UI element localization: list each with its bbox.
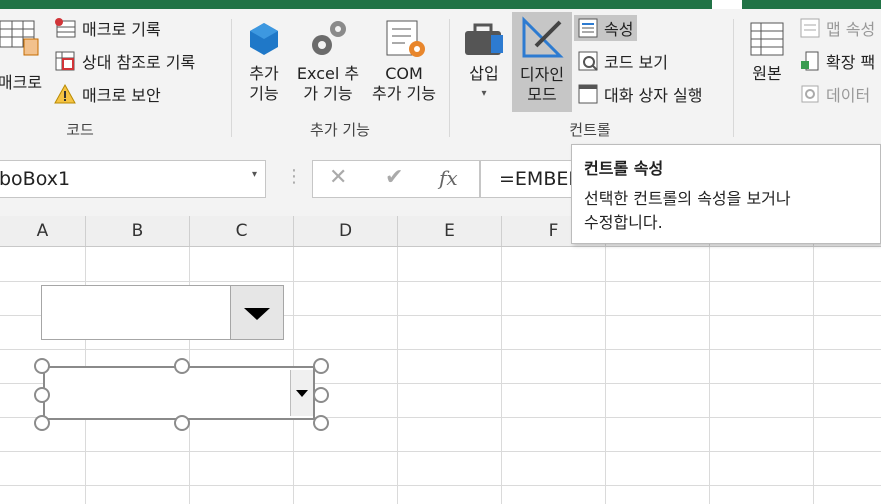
relative-reference-icon bbox=[55, 51, 75, 71]
resize-handle-bottom[interactable] bbox=[174, 415, 190, 431]
com-addins-icon bbox=[386, 20, 425, 57]
relative-reference-label: 상대 참조로 기록 bbox=[82, 53, 196, 72]
chevron-down-icon[interactable]: ▾ bbox=[252, 169, 257, 180]
design-mode-icon bbox=[522, 16, 564, 58]
code-group-label: 코드 bbox=[66, 121, 94, 139]
insert-function-icon[interactable]: fx bbox=[439, 166, 458, 190]
map-properties-button[interactable]: 맵 속성 bbox=[800, 15, 875, 41]
macros-label: 매크로 bbox=[0, 73, 43, 92]
map-properties-label: 맵 속성 bbox=[826, 20, 876, 39]
combo-box-2-dropdown-button[interactable] bbox=[290, 370, 313, 416]
macro-security-label: 매크로 보안 bbox=[82, 86, 161, 105]
map-properties-icon bbox=[800, 18, 820, 38]
resize-handle-left[interactable] bbox=[34, 387, 50, 403]
name-box[interactable]: boBox1 ▾ bbox=[0, 160, 266, 198]
resize-handle-bottom-right[interactable] bbox=[313, 415, 329, 431]
gear-icon bbox=[312, 21, 346, 55]
column-header-e[interactable]: E bbox=[398, 216, 502, 246]
column-header-d[interactable]: D bbox=[294, 216, 398, 246]
excel-addins-label-1: Excel 추 bbox=[296, 64, 360, 83]
view-code-icon bbox=[578, 51, 598, 71]
properties-tooltip: 컨트롤 속성 선택한 컨트롤의 속성을 보거나 수정합니다. bbox=[571, 144, 881, 244]
column-header-c[interactable]: C bbox=[190, 216, 294, 246]
excel-addins-button[interactable]: Excel 추 가 기능 bbox=[292, 17, 364, 104]
properties-button[interactable]: 속성 bbox=[574, 15, 638, 41]
design-mode-label-2: 모드 bbox=[527, 85, 557, 104]
resize-handle-bottom-left[interactable] bbox=[34, 415, 50, 431]
expansion-packs-button[interactable]: 확장 팩 bbox=[800, 48, 875, 74]
com-addins-button[interactable]: COM 추가 기능 bbox=[362, 17, 446, 104]
relative-reference-button[interactable]: 상대 참조로 기록 bbox=[54, 48, 195, 74]
expansion-packs-label: 확장 팩 bbox=[826, 53, 876, 72]
triangle-down-icon bbox=[244, 308, 270, 320]
design-mode-button[interactable]: 디자인 모드 bbox=[512, 12, 572, 112]
run-dialog-label: 대화 상자 실행 bbox=[604, 86, 703, 105]
resize-handle-top-left[interactable] bbox=[34, 358, 50, 374]
addins-label-1: 추가 bbox=[249, 64, 279, 83]
design-mode-label-1: 디자인 bbox=[519, 65, 565, 84]
insert-label: 삽입 bbox=[469, 64, 499, 83]
insert-control-button[interactable]: 삽입 ▾ bbox=[458, 19, 510, 104]
view-code-button[interactable]: 코드 보기 bbox=[574, 48, 672, 74]
properties-label: 속성 bbox=[604, 20, 634, 39]
visual-basic-button[interactable]: 매크로 bbox=[0, 15, 46, 93]
addins-label-2: 기능 bbox=[249, 84, 279, 103]
column-header-a[interactable]: A bbox=[0, 216, 86, 246]
column-header-b[interactable]: B bbox=[86, 216, 190, 246]
combo-box-1-dropdown-button[interactable] bbox=[230, 286, 283, 339]
expansion-packs-icon bbox=[801, 51, 819, 71]
name-box-value: boBox1 bbox=[0, 168, 71, 190]
tooltip-title: 컨트롤 속성 bbox=[584, 159, 664, 178]
record-macro-icon bbox=[55, 18, 76, 38]
macro-security-button[interactable]: 매크로 보안 bbox=[54, 81, 161, 107]
run-dialog-icon bbox=[578, 84, 598, 104]
developer-ribbon: 매크로 매크로 기록 상대 참조로 기록 매크로 보안 코드 추가 기능 Exc… bbox=[0, 9, 881, 145]
drag-handle-icon[interactable]: ⋮ bbox=[285, 166, 303, 187]
refresh-data-button[interactable]: 데이터 bbox=[800, 81, 870, 107]
enter-icon[interactable]: ✔ bbox=[385, 165, 403, 190]
store-addins-icon bbox=[250, 23, 278, 55]
resize-handle-right[interactable] bbox=[313, 387, 329, 403]
group-separator bbox=[449, 19, 450, 137]
warning-icon bbox=[54, 83, 76, 104]
macros-icon bbox=[0, 20, 39, 56]
tooltip-line-2: 수정합니다. bbox=[584, 213, 663, 232]
combo-box-2[interactable] bbox=[43, 366, 315, 420]
group-separator bbox=[231, 19, 232, 137]
chevron-down-icon: ▾ bbox=[481, 88, 487, 99]
view-code-label: 코드 보기 bbox=[604, 53, 668, 72]
refresh-data-label: 데이터 bbox=[826, 86, 871, 105]
run-dialog-button[interactable]: 대화 상자 실행 bbox=[574, 81, 707, 107]
com-addins-label-2: 추가 기능 bbox=[372, 84, 436, 103]
xml-source-button[interactable]: 원본 bbox=[742, 19, 792, 84]
refresh-data-icon bbox=[801, 85, 819, 103]
cancel-icon[interactable]: ✕ bbox=[329, 165, 347, 190]
triangle-down-icon bbox=[296, 390, 308, 397]
resize-handle-top[interactable] bbox=[174, 358, 190, 374]
xml-source-label: 원본 bbox=[752, 64, 782, 83]
group-separator bbox=[733, 19, 734, 137]
addins-button[interactable]: 추가 기능 bbox=[242, 19, 286, 104]
excel-addins-label-2: 가 기능 bbox=[303, 84, 353, 103]
title-bar-strip bbox=[0, 0, 881, 9]
resize-handle-top-right[interactable] bbox=[313, 358, 329, 374]
record-macro-button[interactable]: 매크로 기록 bbox=[54, 15, 161, 41]
xml-source-icon bbox=[750, 22, 784, 56]
combo-box-1[interactable] bbox=[41, 285, 284, 340]
toolbox-icon bbox=[465, 23, 503, 55]
tooltip-line-1: 선택한 컨트롤의 속성을 보거나 bbox=[584, 189, 791, 208]
record-macro-label: 매크로 기록 bbox=[82, 20, 161, 39]
controls-group-label: 컨트롤 bbox=[569, 121, 611, 139]
formula-buttons: ✕ ✔ fx bbox=[312, 160, 480, 198]
properties-icon bbox=[578, 18, 598, 38]
com-addins-label-1: COM bbox=[385, 64, 423, 83]
addins-group-label: 추가 기능 bbox=[310, 121, 370, 139]
